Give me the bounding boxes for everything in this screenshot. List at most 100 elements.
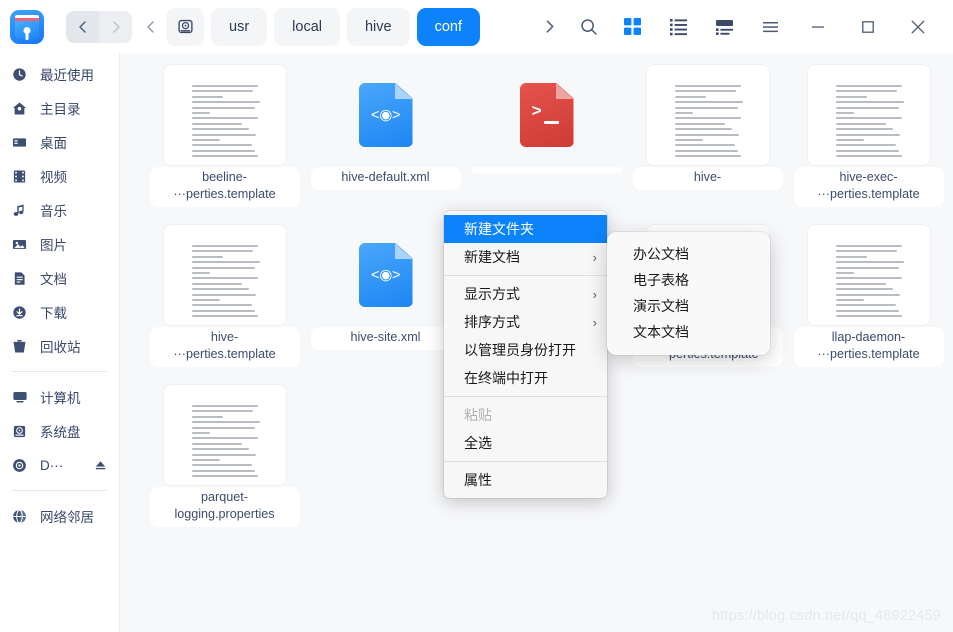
minimize-button[interactable] <box>793 6 843 48</box>
menu-item-sort-mode[interactable]: 排序方式 › <box>444 308 607 336</box>
menu-item-select-all[interactable]: 全选 <box>444 429 607 457</box>
sidebar-item-recent[interactable]: 最近使用 <box>0 57 119 91</box>
file-tile[interactable]: <◉> hive-site.xml <box>305 221 466 381</box>
sidebar-item-network[interactable]: 网络邻居 <box>0 499 119 533</box>
network-icon <box>12 507 32 525</box>
menu-item-label: 属性 <box>464 470 492 490</box>
app-logo-icon <box>10 10 44 44</box>
sidebar-item-label: 系统盘 <box>40 421 81 441</box>
sidebar-item-system-disk[interactable]: 系统盘 <box>0 414 119 448</box>
breadcrumb-item-usr[interactable]: usr <box>211 8 267 46</box>
menu-item-label: 电子表格 <box>633 270 689 290</box>
sidebar-item-label: 下载 <box>40 302 67 322</box>
sidebar-item-d-drive[interactable]: D··· <box>0 448 119 482</box>
sidebar-item-trash[interactable]: 回收站 <box>0 329 119 363</box>
hamburger-menu-icon[interactable] <box>747 7 793 47</box>
file-name-line1: hive-default.xml <box>341 170 429 184</box>
sidebar-item-music[interactable]: 音乐 <box>0 193 119 227</box>
file-name: hive- <box>633 167 783 190</box>
file-name-line2: ···perties.template <box>817 187 919 201</box>
file-name-line2: ···perties.template <box>173 187 275 201</box>
sidebar-item-documents[interactable]: 文档 <box>0 261 119 295</box>
file-name-line1: parquet- <box>201 490 248 504</box>
menu-item-new-document[interactable]: 新建文档 › <box>444 243 607 271</box>
chevron-right-icon: › <box>593 250 597 265</box>
file-name: hive-site.xml <box>311 327 461 350</box>
breadcrumb-item-hive[interactable]: hive <box>347 8 410 46</box>
sidebar-item-desktop[interactable]: 桌面 <box>0 125 119 159</box>
file-tile[interactable]: hive-exec- ···perties.template <box>788 61 949 221</box>
text-document-thumbnail <box>647 65 769 165</box>
file-name: hive- ···perties.template <box>150 327 300 367</box>
context-menu[interactable]: 新建文件夹 新建文档 › 显示方式 › 排序方式 › 以管理员身份打开 在终端中… <box>444 211 607 498</box>
file-tile[interactable]: > <box>466 61 627 221</box>
sidebar-item-label: 音乐 <box>40 200 67 220</box>
submenu-item-office-document[interactable]: 办公文档 <box>607 241 770 267</box>
sidebar-divider <box>12 371 107 372</box>
file-name: llap-daemon- ···perties.template <box>794 327 944 367</box>
submenu-item-text-document[interactable]: 文本文档 <box>607 319 770 345</box>
sidebar-item-computer[interactable]: 计算机 <box>0 380 119 414</box>
close-button[interactable] <box>893 6 943 48</box>
file-name-line2: ···perties.template <box>817 347 919 361</box>
shell-script-icon: > <box>486 65 608 165</box>
document-icon <box>12 269 32 287</box>
sidebar-item-videos[interactable]: 视频 <box>0 159 119 193</box>
back-button[interactable] <box>66 11 99 43</box>
file-tile[interactable]: hive- <box>627 61 788 221</box>
menu-item-view-mode[interactable]: 显示方式 › <box>444 280 607 308</box>
breadcrumb-item-disk[interactable] <box>166 8 204 46</box>
sidebar-item-label: 回收站 <box>40 336 81 356</box>
file-name: hive-exec- ···perties.template <box>794 167 944 207</box>
text-document-thumbnail <box>808 65 930 165</box>
forward-button[interactable] <box>99 11 132 43</box>
home-icon <box>12 99 32 117</box>
maximize-button[interactable] <box>843 6 893 48</box>
sidebar-item-downloads[interactable]: 下载 <box>0 295 119 329</box>
menu-item-label: 全选 <box>464 433 492 453</box>
list-view-icon[interactable] <box>655 7 701 47</box>
breadcrumb-collapse-button[interactable] <box>138 11 164 43</box>
menu-item-new-folder[interactable]: 新建文件夹 <box>444 215 607 243</box>
menu-divider <box>444 461 607 462</box>
video-icon <box>12 167 32 185</box>
grid-view-icon[interactable] <box>609 7 655 47</box>
eject-icon[interactable] <box>94 459 107 472</box>
sidebar: 最近使用 主目录 桌面 视频 <box>0 53 120 632</box>
search-icon[interactable] <box>569 7 609 47</box>
menu-item-open-in-terminal[interactable]: 在终端中打开 <box>444 364 607 392</box>
breadcrumb-expand-button[interactable] <box>529 7 569 47</box>
sidebar-item-home[interactable]: 主目录 <box>0 91 119 125</box>
breadcrumb-item-local[interactable]: local <box>274 8 340 46</box>
sidebar-item-pictures[interactable]: 图片 <box>0 227 119 261</box>
breadcrumb-item-conf[interactable]: conf <box>417 8 480 46</box>
new-document-submenu[interactable]: 办公文档 电子表格 演示文档 文本文档 <box>607 232 770 355</box>
text-document-thumbnail <box>164 385 286 485</box>
file-name <box>472 167 622 173</box>
file-name-line1: beeline- <box>202 170 247 184</box>
file-name-line1: llap-daemon- <box>832 330 906 344</box>
titlebar: usr local hive conf <box>0 0 953 53</box>
sidebar-item-label: 桌面 <box>40 132 67 152</box>
computer-icon <box>12 388 32 406</box>
sidebar-item-label: 最近使用 <box>40 64 94 84</box>
file-tile[interactable]: <◉> hive-default.xml <box>305 61 466 221</box>
file-tile[interactable]: parquet- logging.properties <box>144 381 305 541</box>
file-tile[interactable]: llap-daemon- ···perties.template <box>788 221 949 381</box>
submenu-item-spreadsheet[interactable]: 电子表格 <box>607 267 770 293</box>
file-name-line1: hive-exec- <box>839 170 897 184</box>
menu-item-open-as-admin[interactable]: 以管理员身份打开 <box>444 336 607 364</box>
menu-item-label: 显示方式 <box>464 284 520 304</box>
menu-divider <box>444 396 607 397</box>
sidebar-item-label: D··· <box>40 458 63 473</box>
submenu-item-presentation[interactable]: 演示文档 <box>607 293 770 319</box>
file-tile[interactable]: hive- ···perties.template <box>144 221 305 381</box>
file-manager-window: usr local hive conf <box>0 0 953 632</box>
detail-view-icon[interactable] <box>701 7 747 47</box>
sidebar-item-label: 文档 <box>40 268 67 288</box>
menu-item-properties[interactable]: 属性 <box>444 466 607 494</box>
menu-item-label: 办公文档 <box>633 244 689 264</box>
breadcrumb: usr local hive conf <box>166 8 480 46</box>
desktop-icon <box>12 133 32 151</box>
file-tile[interactable]: beeline- ···perties.template <box>144 61 305 221</box>
